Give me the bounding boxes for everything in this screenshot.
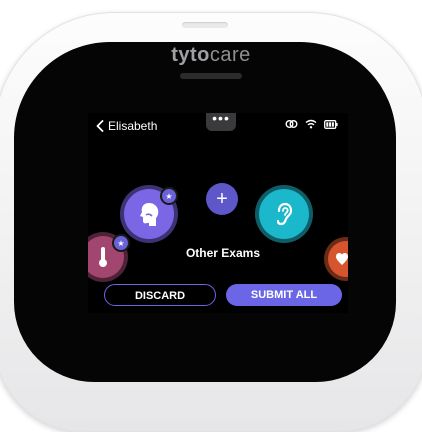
throat-exam-button[interactable]: ★ bbox=[124, 187, 178, 239]
ear-icon bbox=[276, 202, 293, 226]
submit-all-button[interactable]: SUBMIT ALL bbox=[226, 284, 342, 306]
plus-icon: + bbox=[216, 187, 228, 210]
speaker-grille bbox=[180, 73, 242, 79]
link-icon bbox=[285, 120, 298, 128]
star-icon: ★ bbox=[165, 191, 173, 201]
back-button[interactable]: Elisabeth bbox=[96, 119, 157, 133]
throat-star-badge: ★ bbox=[160, 187, 178, 205]
menu-button[interactable]: ••• bbox=[206, 113, 236, 131]
back-chevron-icon bbox=[96, 120, 104, 132]
heart-exam-button[interactable] bbox=[328, 241, 348, 277]
add-exam-button[interactable]: + bbox=[206, 183, 238, 215]
star-icon: ★ bbox=[117, 238, 125, 248]
brand-logo-part1: tyto bbox=[171, 44, 210, 66]
temperature-exam-button[interactable]: ★ bbox=[88, 234, 130, 278]
other-exams-label: Other Exams bbox=[185, 246, 261, 260]
discard-button[interactable]: DISCARD bbox=[104, 284, 216, 306]
device-top-button[interactable] bbox=[182, 22, 228, 28]
status-bar bbox=[285, 119, 338, 129]
temperature-star-badge: ★ bbox=[112, 234, 130, 252]
heart-icon bbox=[336, 253, 348, 265]
battery-icon bbox=[324, 119, 338, 129]
thermometer-icon bbox=[99, 247, 107, 267]
throat-icon bbox=[140, 203, 159, 226]
wifi-icon bbox=[305, 119, 317, 129]
brand-logo-part2: care bbox=[209, 44, 251, 66]
device-screen: Elisabeth ••• ★ + ★ Other Exams DISCARD … bbox=[88, 113, 348, 313]
back-label: Elisabeth bbox=[108, 119, 158, 133]
brand-logo: tytocare bbox=[0, 44, 422, 67]
ear-exam-button[interactable] bbox=[259, 189, 309, 239]
